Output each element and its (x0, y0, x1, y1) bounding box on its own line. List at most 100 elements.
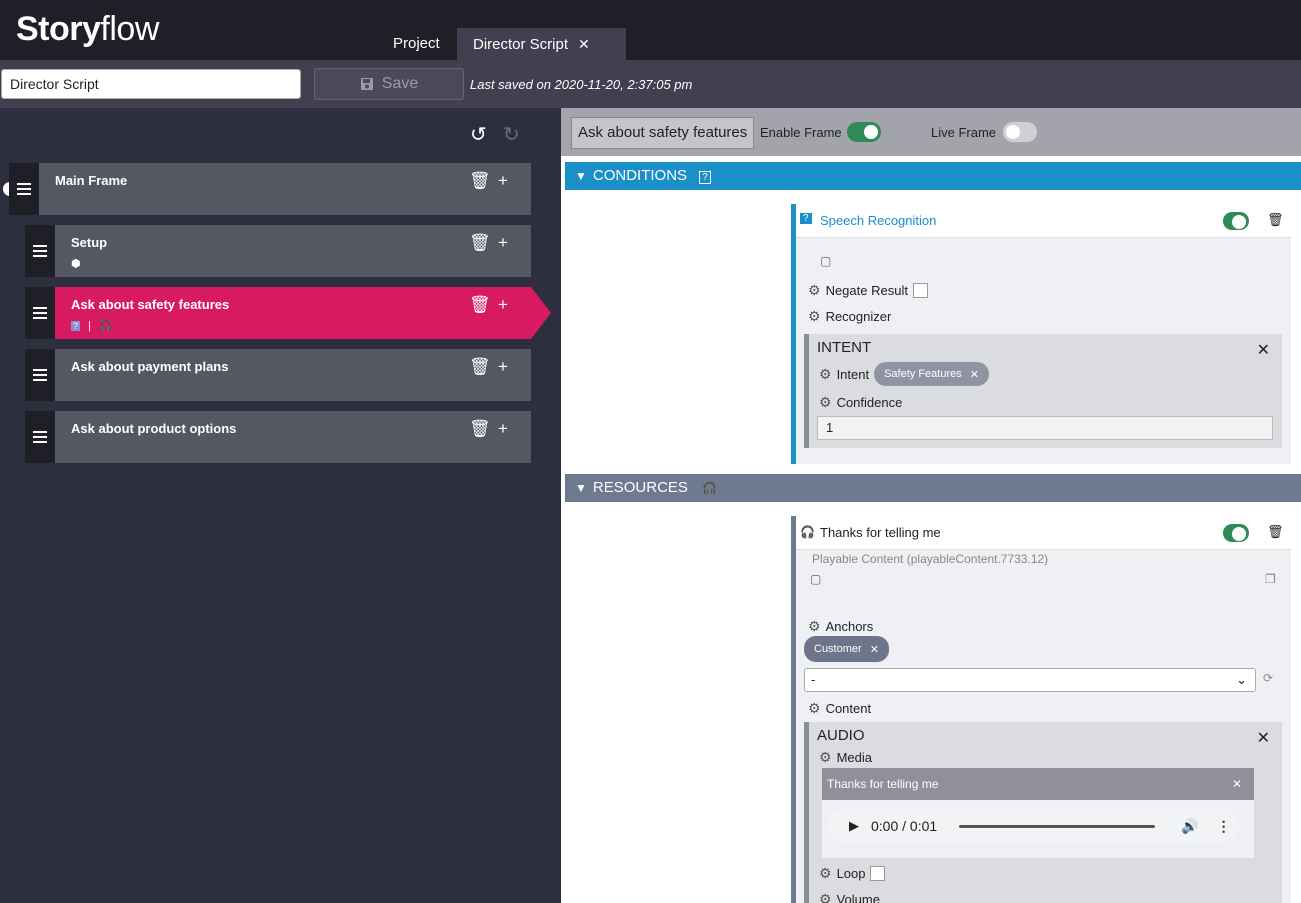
volume-label: Volume (836, 892, 880, 903)
frame-title: Main Frame (55, 173, 128, 188)
close-icon[interactable]: ✕ (1257, 340, 1270, 360)
frame-title: Ask about safety features (71, 297, 230, 312)
gear-icon[interactable]: ⚙ (808, 700, 821, 717)
cube-icon: ⬢ (71, 258, 81, 270)
headphones-icon: 🎧 (702, 481, 718, 495)
anchor-select[interactable]: - ⌄ (804, 668, 1256, 692)
conditions-section-header[interactable]: ▼ CONDITIONS ? (565, 162, 1301, 190)
plus-icon[interactable]: + (498, 171, 508, 191)
frame-product-options[interactable]: Ask about product options 🗑 + (25, 411, 531, 463)
floppy-icon (360, 78, 373, 90)
resource-enable-toggle[interactable] (1223, 524, 1249, 542)
trash-icon[interactable]: 🗑 (469, 419, 491, 439)
plus-icon[interactable]: + (498, 357, 508, 377)
last-saved-text: Last saved on 2020-11-20, 2:37:05 pm (470, 77, 693, 92)
negate-checkbox[interactable] (912, 283, 928, 298)
playable-id: Playable Content (playableContent.7733.1… (812, 552, 1049, 566)
enable-frame-toggle[interactable] (847, 122, 881, 142)
refresh-icon[interactable]: ⟳ (1263, 671, 1273, 685)
redo-icon[interactable]: ↻ (503, 122, 520, 147)
toolbar: Save Last saved on 2020-11-20, 2:37:05 p… (0, 60, 1301, 108)
media-title: Thanks for telling me (827, 777, 939, 791)
play-icon[interactable]: ▶ (849, 818, 859, 834)
frame-setup[interactable]: Setup ⬢ 🗑 + (25, 225, 531, 277)
close-icon[interactable]: ✕ (1232, 768, 1242, 800)
gear-icon[interactable]: ⚙ (819, 865, 832, 882)
note-icon[interactable]: ▢ (810, 572, 821, 586)
tab-project[interactable]: Project (377, 28, 456, 60)
gear-icon[interactable]: ⚙ (819, 891, 832, 903)
headphones-icon: 🎧 (98, 320, 113, 332)
note-icon[interactable]: ▢ (820, 254, 831, 268)
gear-icon[interactable]: ⚙ (819, 749, 832, 766)
loop-checkbox[interactable] (870, 866, 886, 881)
intent-chip[interactable]: Safety Features ✕ (874, 362, 989, 386)
frame-payment-plans[interactable]: Ask about payment plans 🗑 + (25, 349, 531, 401)
drag-handle-icon[interactable] (25, 225, 55, 277)
frame-safety-features[interactable]: Ask about safety features ? | 🎧 🗑 + (25, 287, 551, 339)
gear-icon[interactable]: ⚙ (808, 618, 821, 635)
more-options-icon[interactable]: ⋮ (1217, 818, 1231, 835)
trash-icon[interactable]: 🗑 (1267, 212, 1284, 228)
script-name-input[interactable] (1, 69, 301, 99)
intent-box: INTENT ✕ ⚙ Intent Safety Features ✕ ⚙ Confi… (804, 334, 1282, 448)
frame-name-field[interactable]: Ask about safety features (571, 117, 755, 149)
gear-icon[interactable]: ⚙ (808, 308, 821, 325)
close-icon[interactable]: ✕ (578, 36, 590, 52)
card-title: Speech Recognition (820, 213, 937, 228)
close-icon[interactable]: ✕ (870, 643, 879, 656)
gear-icon[interactable]: ⚙ (819, 366, 832, 383)
chevron-down-icon: ▼ (575, 481, 587, 495)
plus-icon[interactable]: + (498, 233, 508, 253)
live-frame-label: Live Frame (931, 125, 997, 140)
save-button[interactable]: Save (314, 68, 464, 100)
content-label: Content (825, 701, 872, 716)
anchor-chip[interactable]: Customer ✕ (804, 636, 889, 662)
resources-section-header[interactable]: ▼ RESOURCES 🎧 (565, 474, 1301, 502)
live-frame-toggle[interactable] (1003, 122, 1037, 142)
negate-label: Negate Result (825, 283, 908, 298)
recognizer-label: Recognizer (825, 309, 892, 324)
headphones-icon: 🎧 (800, 525, 815, 539)
volume-icon[interactable]: 🔊 (1181, 818, 1198, 835)
plus-icon[interactable]: + (498, 419, 508, 439)
frame-title: Ask about product options (71, 421, 237, 436)
close-icon[interactable]: ✕ (970, 368, 979, 381)
frame-title: Ask about payment plans (71, 359, 229, 374)
drag-handle-icon[interactable] (25, 287, 55, 339)
audio-player[interactable]: ▶ 0:00 / 0:01 🔊 ⋮ (827, 809, 1239, 843)
undo-icon[interactable]: ↺ (470, 122, 487, 147)
frame-title: Setup (71, 235, 108, 250)
media-label: Media (836, 750, 872, 765)
close-icon[interactable]: ✕ (1257, 728, 1270, 748)
frame-main[interactable]: Main Frame 🗑 + (3, 163, 531, 215)
player-time: 0:00 / 0:01 (871, 818, 938, 834)
tab-director-script[interactable]: Director Script ✕ (457, 28, 626, 60)
gear-icon[interactable]: ⚙ (819, 394, 832, 411)
trash-icon[interactable]: 🗑 (469, 171, 491, 191)
app-header: Storyflow Project Director Script ✕ (0, 0, 1301, 60)
trash-icon[interactable]: 🗑 (469, 295, 491, 315)
question-icon: ? (800, 213, 812, 224)
condition-enable-toggle[interactable] (1223, 212, 1249, 230)
intent-box-title: INTENT (817, 339, 872, 356)
enable-frame-label: Enable Frame (760, 125, 842, 140)
audio-box: AUDIO ✕ ⚙ Media Thanks for telling me ✕ ▶… (804, 722, 1282, 903)
playable-content-card: 🎧 Thanks for telling me 🗑 Playable Conte… (791, 516, 1291, 903)
trash-icon[interactable]: 🗑 (469, 233, 491, 253)
seek-bar[interactable] (959, 824, 1156, 828)
confidence-label: Confidence (836, 395, 903, 410)
plus-icon[interactable]: + (498, 295, 508, 315)
copy-icon[interactable]: ❐ (1265, 572, 1276, 586)
trash-icon[interactable]: 🗑 (469, 357, 491, 377)
drag-handle-icon[interactable] (25, 349, 55, 401)
gear-icon[interactable]: ⚙ (808, 282, 821, 299)
card-title: Thanks for telling me (820, 525, 941, 540)
drag-handle-icon[interactable] (9, 163, 39, 215)
anchors-label: Anchors (825, 619, 874, 634)
drag-handle-icon[interactable] (25, 411, 55, 463)
trash-icon[interactable]: 🗑 (1267, 524, 1284, 540)
confidence-input[interactable]: 1 (817, 416, 1273, 440)
chevron-down-icon: ⌄ (1236, 672, 1247, 687)
help-icon: ? (699, 171, 711, 184)
